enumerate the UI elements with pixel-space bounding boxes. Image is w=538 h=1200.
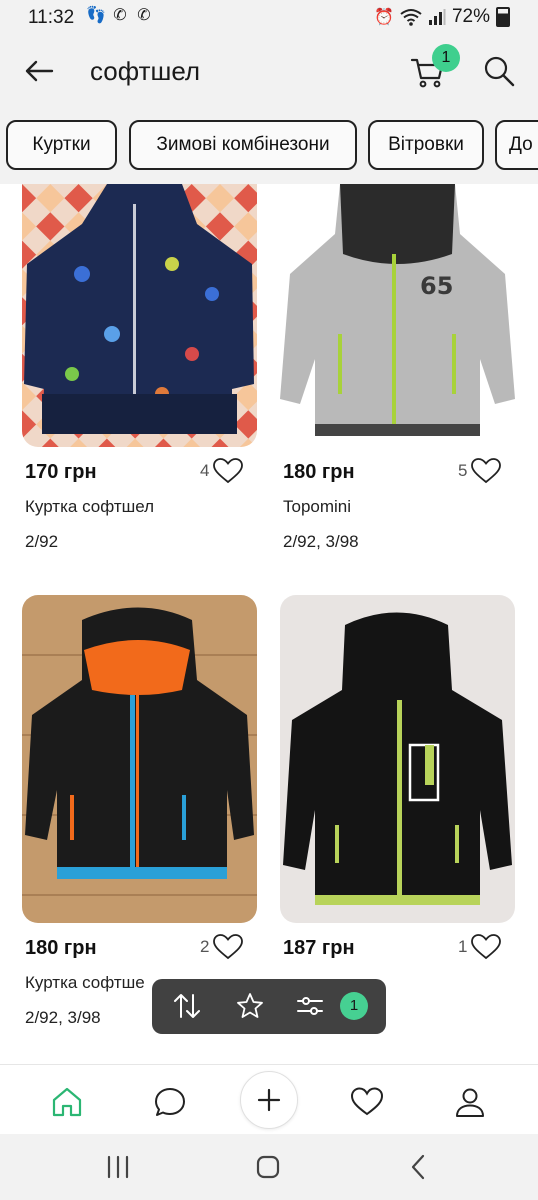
viber-icon-2: ✆ [137,7,151,24]
listing-image[interactable] [22,595,257,923]
jacket-photo-grey: 65 [280,184,515,447]
heart-icon[interactable] [350,1085,384,1119]
listing-title[interactable]: Куртка софтшел [25,497,154,517]
likes-count: 5 [458,461,468,480]
listing-price: 170 грн [25,461,97,483]
alarm-icon: ⏰ [374,9,394,26]
star-icon[interactable] [235,991,265,1021]
status-right: ⏰ 72% [374,6,510,28]
search-icon[interactable] [482,54,516,88]
listing-sizes: 2/92, 3/98 [25,1008,101,1027]
jacket-photo-navy [22,184,257,447]
likes-count: 2 [200,937,210,956]
listing-sizes: 2/92 [25,532,59,551]
jacket-photo-black-orange [22,595,257,923]
listing-price: 180 грн [283,461,355,483]
system-back-icon[interactable] [404,1152,434,1182]
status-bar: 11:32 👣 ✆ ✆ ⏰ 72% [0,0,538,34]
heart-icon[interactable] [213,934,244,960]
chip-windbreakers[interactable]: Вітровки [368,120,484,170]
listing-likes[interactable]: 4 [200,458,244,484]
jacket-photo-black-green [280,595,515,923]
chip-winter-overalls[interactable]: Зимові комбінезони [129,120,357,170]
heart-icon[interactable] [213,458,244,484]
home-icon[interactable] [50,1085,84,1119]
system-navigation-bar [0,1134,538,1200]
listing-price: 180 грн [25,937,97,959]
notification-icons: 👣 ✆ ✆ [86,6,154,26]
wifi-icon [400,9,422,26]
listing-sizes: 2/92, 3/98 [283,532,359,551]
sort-arrows-icon[interactable] [172,991,202,1021]
listing-image[interactable] [280,595,515,923]
listing-title[interactable]: Topomini [283,497,351,517]
signal-icon [428,9,446,25]
battery-percent: 72% [451,6,490,27]
viber-icon: ✆ [113,7,127,24]
arrow-left-icon[interactable] [22,54,56,88]
recent-apps-icon[interactable] [103,1152,133,1182]
chat-icon[interactable] [153,1085,187,1119]
filter-count-badge[interactable]: 1 [340,992,368,1020]
listing-image[interactable] [22,184,257,447]
bottom-navigation [0,1064,538,1135]
heart-icon[interactable] [471,458,502,484]
likes-count: 1 [458,937,468,956]
heart-icon[interactable] [471,934,502,960]
likes-count: 4 [200,461,210,480]
battery-icon [496,7,510,27]
listing-likes[interactable]: 2 [200,934,244,960]
listing-price: 187 грн [283,937,355,959]
cart-count-badge: 1 [432,44,460,72]
chip-more[interactable]: До [495,120,538,170]
floating-toolbar: 1 [152,979,386,1034]
listing-likes[interactable]: 5 [458,458,502,484]
plus-icon [257,1088,281,1112]
person-icon[interactable] [453,1085,487,1119]
steps-icon: 👣 [86,7,106,24]
category-chips: Куртки Зимові комбінезони Вітровки До [0,110,538,184]
listing-title[interactable]: Куртка софтше [25,973,145,993]
jacket-print-number: 65 [420,272,453,300]
add-listing-button[interactable] [240,1071,298,1129]
app-header: софтшел 1 [0,34,538,110]
home-button-icon[interactable] [253,1152,283,1182]
sliders-icon[interactable] [295,991,325,1021]
listing-likes[interactable]: 1 [458,934,502,960]
chip-jackets[interactable]: Куртки [6,120,117,170]
status-time: 11:32 [28,7,75,28]
listing-image[interactable]: 65 [280,184,515,447]
search-query-title[interactable]: софтшел [90,56,200,87]
